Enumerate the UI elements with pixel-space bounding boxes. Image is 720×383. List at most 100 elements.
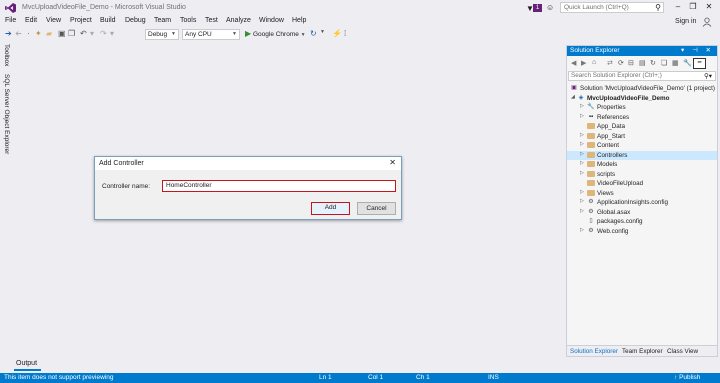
tab-solution-explorer[interactable]: Solution Explorer (570, 348, 618, 355)
solution-explorer-search-input[interactable]: Search Solution Explorer (Ctrl+;) ⚲▾ (568, 71, 716, 81)
tree-item-packages-config[interactable]: ▯ packages.config (567, 217, 717, 227)
expand-icon: ▷ (580, 112, 584, 119)
tree-item-project[interactable]: ◢ ◈ MvcUploadVideoFile_Demo (567, 94, 717, 104)
publish-label: Publish (679, 374, 701, 381)
status-insert-mode: INS (488, 374, 499, 381)
toolbar-separator-icon: · (27, 29, 30, 38)
close-icon[interactable]: ✕ (389, 158, 396, 167)
toolbar-overflow-icon[interactable]: ⁞ (344, 29, 346, 38)
tree-item-label: ApplicationInsights.config (597, 199, 669, 206)
menu-build[interactable]: Build (100, 17, 116, 24)
back-icon[interactable]: ◀ (571, 59, 576, 67)
tab-team-explorer[interactable]: Team Explorer (622, 348, 663, 355)
menu-analyze[interactable]: Analyze (226, 17, 251, 24)
tree-item-solution[interactable]: ▣ Solution 'MvcUploadVideoFile_Demo' (1 … (567, 84, 717, 94)
tree-item-label: VideoFileUpload (597, 180, 644, 187)
solution-explorer-title: Solution Explorer (570, 47, 620, 54)
tree-item-references[interactable]: ▷ ▪▪ References (567, 113, 717, 123)
solution-platform-select[interactable]: Any CPU ▼ (182, 29, 240, 40)
tree-item-views[interactable]: ▷ Views (567, 189, 717, 199)
menu-help[interactable]: Help (292, 17, 306, 24)
menu-window[interactable]: Window (259, 17, 284, 24)
tree-item-label: Models (597, 161, 618, 168)
output-tab[interactable]: Output (16, 360, 37, 367)
menu-file[interactable]: File (5, 17, 16, 24)
tree-item-videofileupload[interactable]: VideoFileUpload (567, 179, 717, 189)
tree-item-global-asax[interactable]: ▷ ⚙ Global.asax (567, 208, 717, 218)
tab-class-view[interactable]: Class View (667, 348, 698, 355)
toolbox-tab[interactable]: Toolbox (3, 44, 10, 66)
copy-icon[interactable]: ❏ (661, 59, 667, 67)
redo-dropdown-icon[interactable]: ▾ (110, 29, 114, 38)
folder-icon (587, 180, 595, 186)
controller-name-label: Controller name: (102, 183, 151, 190)
undo-dropdown-icon[interactable]: ▾ (90, 29, 94, 38)
user-icon[interactable] (702, 17, 712, 27)
menu-team[interactable]: Team (154, 17, 171, 24)
notifications-button[interactable]: ▼ 1 (526, 3, 542, 13)
references-icon: ▪▪ (588, 113, 594, 120)
new-project-icon[interactable]: ✦ (35, 29, 42, 38)
refresh-icon[interactable]: ↻ (310, 29, 317, 38)
menu-test[interactable]: Test (205, 17, 218, 24)
close-button[interactable]: ✕ (702, 2, 716, 13)
menu-project[interactable]: Project (70, 17, 92, 24)
status-bar: This item does not support previewing Ln… (0, 373, 720, 383)
dialog-title-bar: Add Controller ✕ (95, 157, 401, 170)
expand-icon: ▷ (580, 131, 584, 138)
tree-item-label: App_Start (597, 132, 626, 140)
cancel-button[interactable]: Cancel (357, 202, 396, 215)
menu-view[interactable]: View (46, 17, 61, 24)
open-file-icon[interactable]: ▰ (46, 29, 52, 38)
menu-edit[interactable]: Edit (25, 17, 37, 24)
refresh-icon[interactable]: ↻ (650, 59, 656, 67)
solution-explorer-header: Solution Explorer ▾ ⊣ ✕ (567, 46, 717, 56)
tree-item-web-config[interactable]: ▷ ⚙ Web.config (567, 227, 717, 237)
save-all-icon[interactable]: ❐ (68, 29, 75, 38)
minimize-button[interactable]: – (671, 2, 685, 13)
status-column: Col 1 (368, 374, 384, 381)
tree-item-content[interactable]: ▷ Content (567, 141, 717, 151)
tree-item-properties[interactable]: ▷ 🔧 Properties (567, 103, 717, 113)
undo-icon[interactable]: ↶ (80, 29, 87, 38)
sql-server-object-explorer-tab[interactable]: SQL Server Object Explorer (3, 74, 10, 154)
collapse-all-icon[interactable]: ⊟ (628, 59, 634, 67)
back-icon[interactable]: ➔ (5, 29, 12, 38)
controller-name-input[interactable]: HomeController (162, 180, 396, 192)
forward-icon[interactable]: ➔ (15, 29, 22, 38)
visual-studio-logo-icon (5, 3, 16, 13)
home-icon[interactable]: ⌂ (592, 59, 596, 66)
tree-item-models[interactable]: ▷ Models (567, 160, 717, 170)
tree-item-scripts[interactable]: ▷ scripts (567, 170, 717, 180)
config-file-icon: ▯ (589, 218, 593, 224)
sync-icon[interactable]: ⟳ (618, 59, 624, 67)
quick-launch-input[interactable]: Quick Launch (Ctrl+Q) ⚲ (560, 2, 664, 13)
solution-configuration-select[interactable]: Debug ▼ (145, 29, 179, 40)
restore-button[interactable]: ❐ (686, 2, 700, 13)
menu-tools[interactable]: Tools (180, 17, 196, 24)
tree-item-app-start[interactable]: ▷ App_Start (567, 132, 717, 142)
menu-debug[interactable]: Debug (125, 17, 146, 24)
properties-icon[interactable]: 🔧 (683, 59, 692, 67)
view-code-icon[interactable]: ▦ (672, 59, 679, 67)
redo-icon[interactable]: ↷ (100, 29, 107, 38)
save-icon[interactable]: ▣ (58, 29, 66, 38)
tree-item-applicationinsights-config[interactable]: ▷ ⚙ ApplicationInsights.config (567, 198, 717, 208)
panel-window-icons[interactable]: ▾ ⊣ ✕ (681, 46, 714, 54)
tree-item-app-data[interactable]: App_Data (567, 122, 717, 132)
publish-button[interactable]: ↑ Publish (674, 374, 700, 381)
switch-views-icon[interactable]: ⇄ (607, 59, 613, 67)
forward-icon[interactable]: ▶ (581, 59, 586, 67)
tree-item-controllers[interactable]: ▷ Controllers (567, 150, 717, 160)
run-button[interactable]: ▶ Google Chrome ▼ (245, 29, 306, 40)
show-all-files-icon[interactable]: ▤ (639, 59, 646, 67)
feedback-icon[interactable]: ☺ (546, 3, 554, 12)
config-file-icon: ⚙ (588, 227, 594, 234)
pin-icon[interactable]: ━ (693, 58, 706, 69)
sign-in-link[interactable]: Sign in (675, 18, 696, 25)
folder-icon (587, 151, 595, 158)
add-button[interactable]: Add (311, 202, 350, 215)
browser-link-icon[interactable]: ⚡ (332, 29, 342, 38)
status-line: Ln 1 (319, 374, 332, 381)
refresh-dropdown-icon[interactable]: ▼ (320, 29, 325, 35)
